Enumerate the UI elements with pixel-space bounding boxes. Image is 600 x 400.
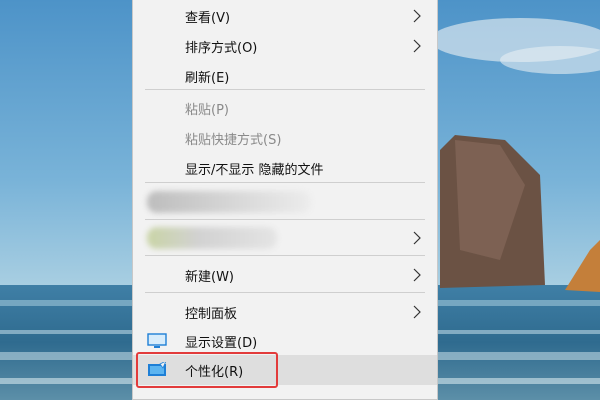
menu-item-label: 刷新(E)	[185, 71, 230, 86]
blurred-content	[147, 191, 311, 213]
menu-item-personalize[interactable]: 个性化(R)	[133, 355, 437, 385]
desktop-context-menu: 查看(V) 排序方式(O) 刷新(E) 粘贴(P) 粘贴快捷方式(S) 显示/不…	[132, 0, 438, 400]
menu-item-label: 显示/不显示 隐藏的文件	[185, 163, 324, 178]
menu-item-sort-by[interactable]: 排序方式(O)	[133, 31, 437, 61]
menu-item-label: 排序方式(O)	[185, 41, 258, 56]
menu-item-refresh[interactable]: 刷新(E)	[133, 61, 437, 91]
menu-item-label: 个性化(R)	[185, 365, 244, 380]
menu-separator	[145, 182, 425, 183]
menu-separator	[145, 292, 425, 293]
menu-item-display-settings[interactable]: 显示设置(D)	[133, 326, 437, 356]
menu-item-paste[interactable]: 粘贴(P)	[133, 93, 437, 123]
chevron-right-icon	[413, 231, 421, 245]
menu-item-blurred-2[interactable]	[133, 223, 437, 253]
menu-item-label: 新建(W)	[185, 270, 234, 285]
chevron-right-icon	[413, 9, 421, 23]
menu-item-toggle-hidden-files[interactable]: 显示/不显示 隐藏的文件	[133, 153, 437, 183]
menu-item-new[interactable]: 新建(W)	[133, 260, 437, 290]
menu-item-label: 显示设置(D)	[185, 336, 258, 351]
menu-item-control-panel[interactable]: 控制面板	[133, 297, 437, 327]
menu-separator	[145, 89, 425, 90]
chevron-right-icon	[413, 39, 421, 53]
chevron-right-icon	[413, 305, 421, 319]
menu-item-label: 粘贴快捷方式(S)	[185, 133, 282, 148]
menu-item-label: 查看(V)	[185, 11, 231, 26]
menu-separator	[145, 219, 425, 220]
blurred-content	[147, 227, 277, 249]
menu-item-blurred-1[interactable]	[133, 187, 437, 217]
chevron-right-icon	[413, 268, 421, 282]
menu-item-paste-shortcut[interactable]: 粘贴快捷方式(S)	[133, 123, 437, 153]
menu-item-view[interactable]: 查看(V)	[133, 1, 437, 31]
personalize-icon	[148, 362, 167, 376]
menu-item-label: 粘贴(P)	[185, 103, 229, 118]
display-settings-icon	[147, 333, 167, 348]
menu-separator	[145, 255, 425, 256]
menu-item-label: 控制面板	[185, 307, 238, 322]
